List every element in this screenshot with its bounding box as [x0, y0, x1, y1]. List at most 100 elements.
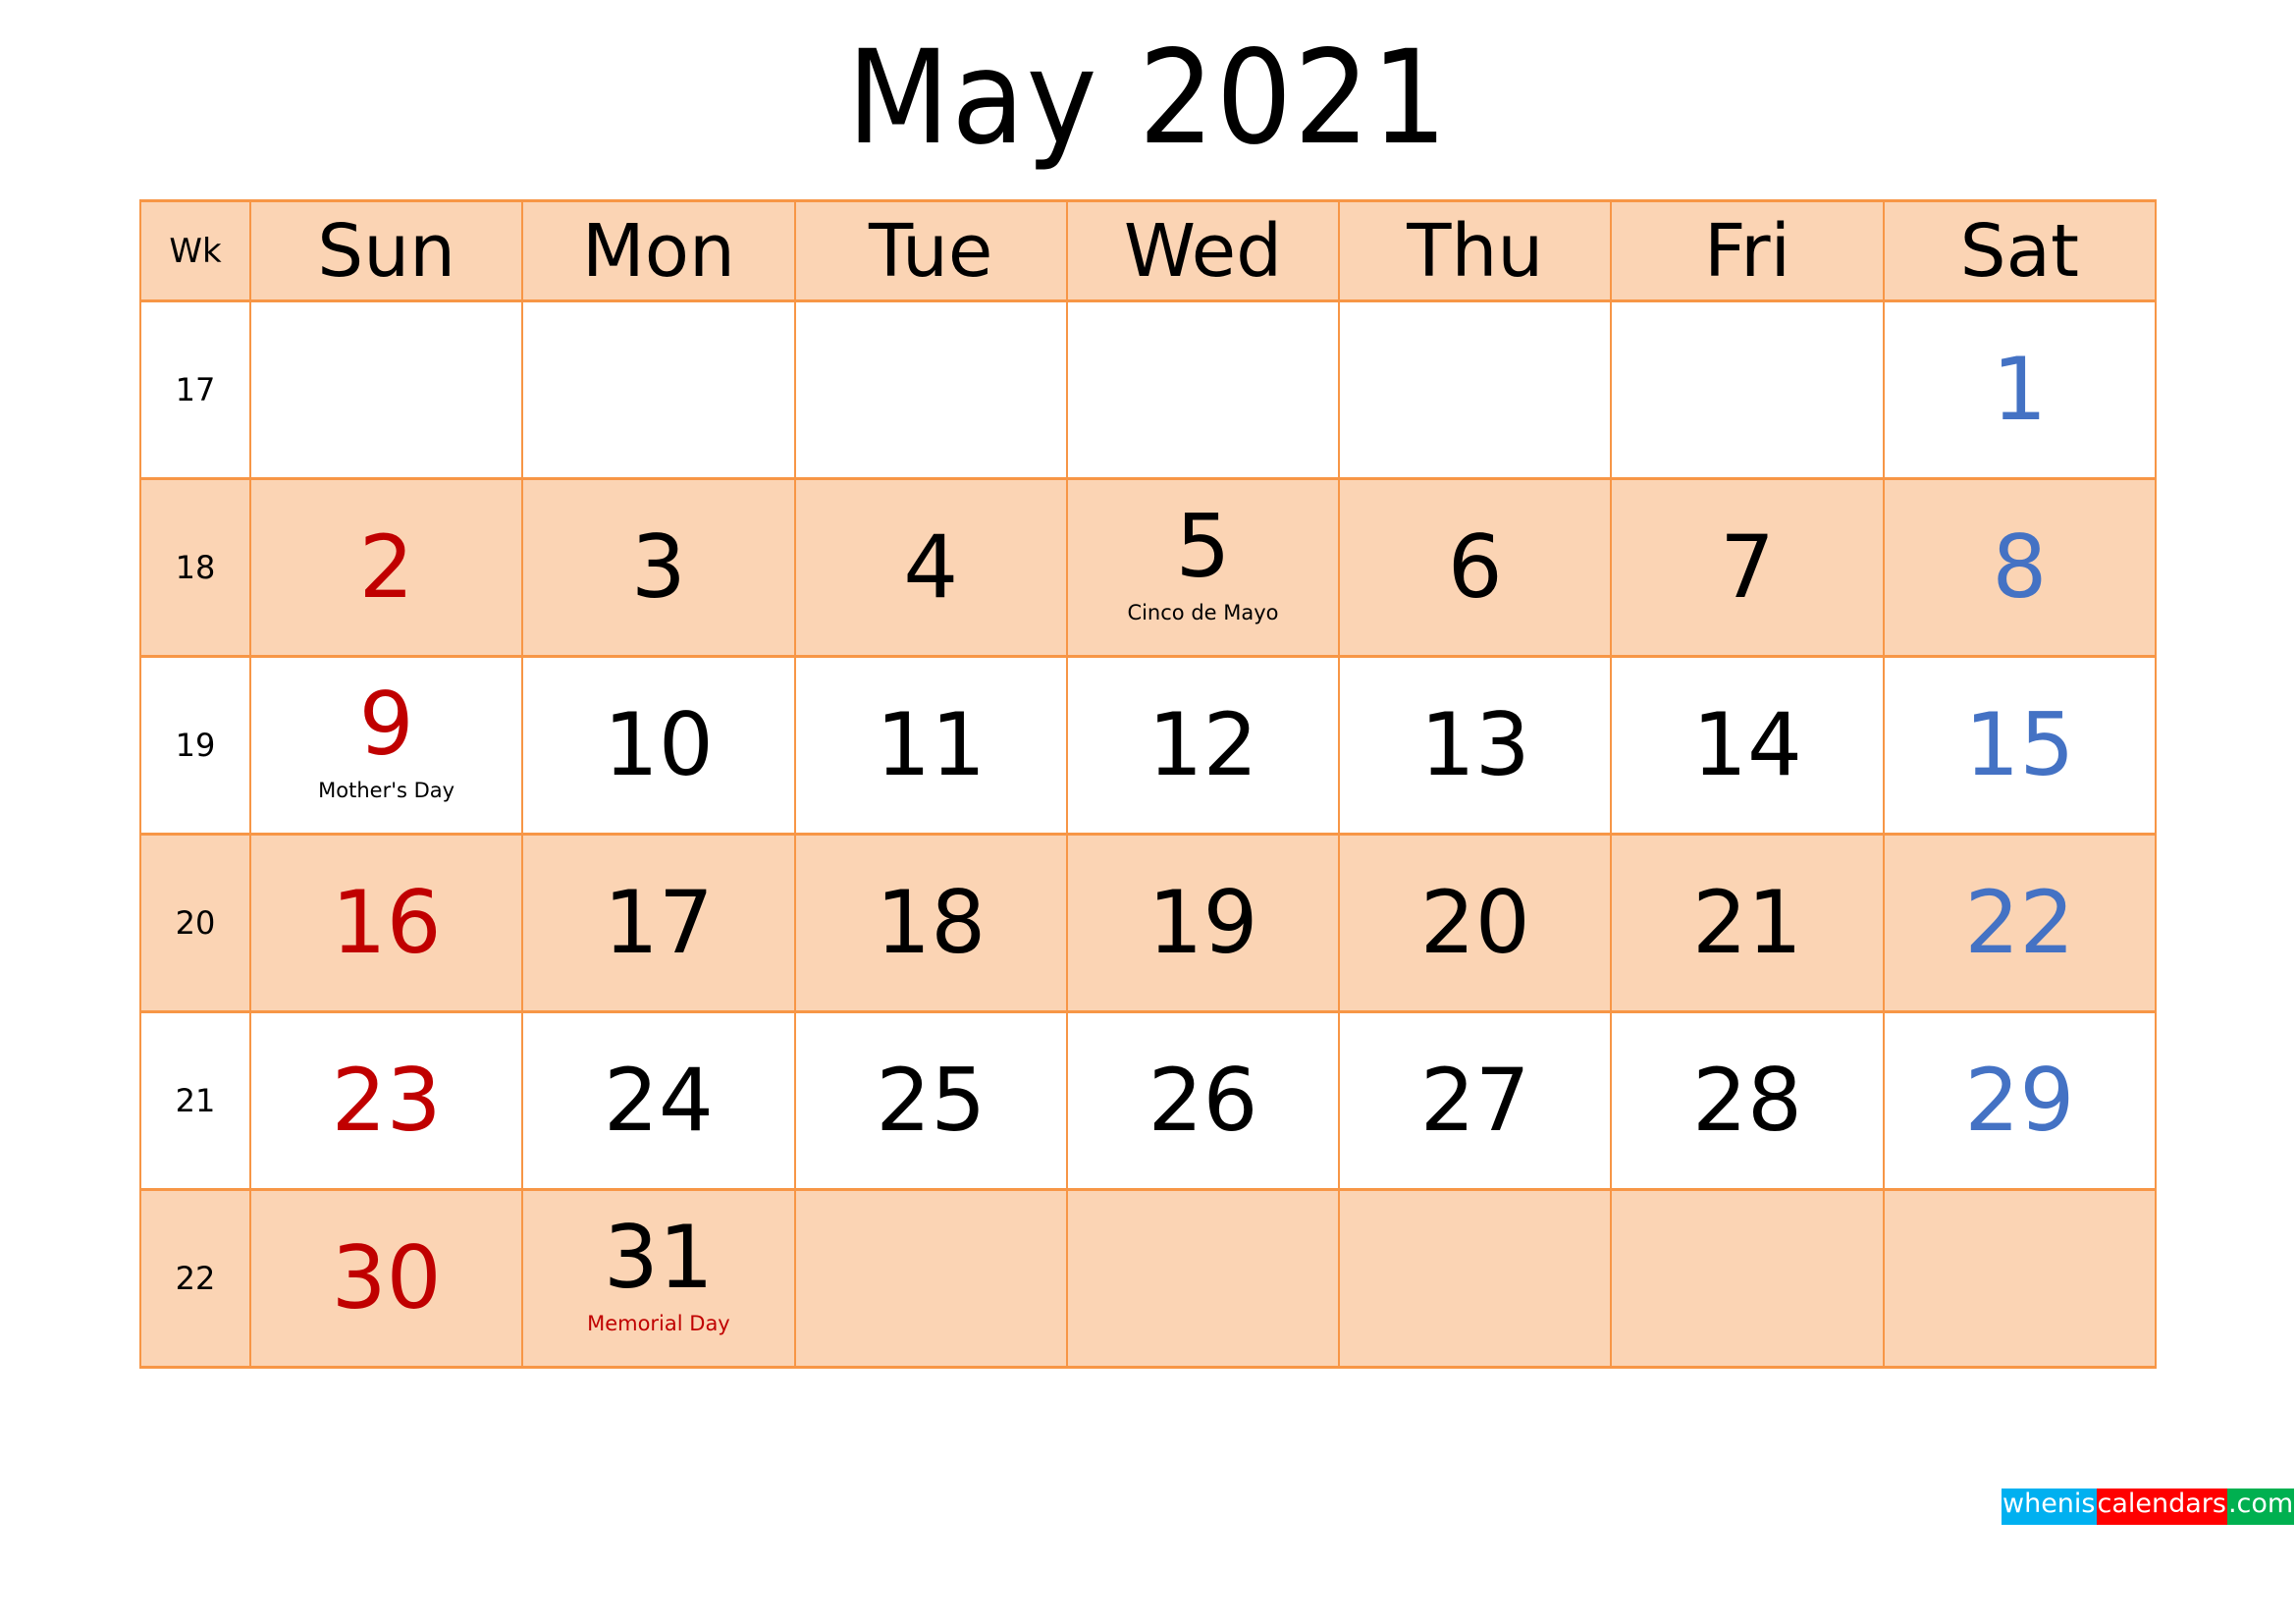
day-cell-thu[interactable]: 13 [1338, 655, 1613, 836]
day-number: 29 [1964, 1050, 2075, 1151]
day-cell-wed[interactable]: 5 Cinco de Mayo [1065, 477, 1341, 658]
day-cell-content: 5 Cinco de Mayo [1068, 480, 1338, 655]
day-cell-content: 18 [796, 836, 1066, 1010]
day-cell-content: 2 [251, 480, 521, 655]
day-number: 8 [1992, 516, 2048, 618]
day-cell-sat[interactable]: 22 [1882, 833, 2158, 1013]
day-cell-sun[interactable]: 9 Mother's Day [248, 655, 524, 836]
day-cell-content [1068, 302, 1338, 477]
day-cell-content [1340, 1191, 1610, 1366]
empty-day-cell [248, 299, 524, 480]
day-cell-fri[interactable]: 28 [1610, 1010, 1885, 1191]
day-number: 30 [331, 1227, 442, 1328]
empty-day-cell [1610, 299, 1885, 480]
day-cell-thu[interactable]: 20 [1338, 833, 1613, 1013]
day-cell-content: 27 [1340, 1013, 1610, 1188]
day-number: 15 [1964, 694, 2075, 795]
week-row: 18 2 3 4 5 Cinco de Mayo 6 7 8 [139, 477, 2158, 658]
day-number: 5 [1175, 496, 1231, 597]
day-cell-mon[interactable]: 24 [521, 1010, 796, 1191]
day-cell-sun[interactable]: 16 [248, 833, 524, 1013]
day-cell-tue[interactable]: 11 [793, 655, 1068, 836]
day-cell-content: 15 [1885, 658, 2155, 833]
day-number: 6 [1447, 516, 1503, 618]
day-number: 13 [1419, 694, 1530, 795]
logo-part-com: .com [2226, 1489, 2295, 1525]
day-number: 9 [358, 674, 414, 775]
day-cell-content: 31 Memorial Day [523, 1191, 793, 1366]
week-row: 20 16 17 18 19 20 21 22 [139, 833, 2158, 1013]
day-cell-sun[interactable]: 2 [248, 477, 524, 658]
day-number: 31 [603, 1207, 714, 1308]
day-number: 2 [358, 516, 414, 618]
week-row: 19 9 Mother's Day 10 11 12 13 14 15 [139, 655, 2158, 836]
day-cell-content: 16 [251, 836, 521, 1010]
day-cell-wed[interactable]: 12 [1065, 655, 1341, 836]
day-cell-content: 19 [1068, 836, 1338, 1010]
day-cell-content: 7 [1612, 480, 1882, 655]
day-number: 7 [1720, 516, 1776, 618]
day-cell-sun[interactable]: 23 [248, 1010, 524, 1191]
day-cell-tue[interactable]: 4 [793, 477, 1068, 658]
day-cell-mon[interactable]: 10 [521, 655, 796, 836]
day-cell-fri[interactable]: 7 [1610, 477, 1885, 658]
day-cell-sat[interactable]: 15 [1882, 655, 2158, 836]
day-cell-content [1885, 1191, 2155, 1366]
day-number: 20 [1419, 872, 1530, 973]
weekday-header-tue: Tue [793, 199, 1068, 302]
whenis-calendars-logo[interactable]: whenis calendars .com [2002, 1489, 2295, 1525]
weekday-header-mon: Mon [521, 199, 796, 302]
day-cell-mon[interactable]: 31 Memorial Day [521, 1188, 796, 1369]
day-cell-content: 24 [523, 1013, 793, 1188]
day-number: 25 [876, 1050, 987, 1151]
day-number: 3 [630, 516, 686, 618]
empty-day-cell [1338, 1188, 1613, 1369]
day-cell-wed[interactable]: 26 [1065, 1010, 1341, 1191]
holiday-label: Cinco de Mayo [1127, 601, 1279, 624]
logo-part-whenis: whenis [2002, 1489, 2097, 1525]
week-number: 20 [139, 833, 251, 1013]
week-row: 17 1 [139, 299, 2158, 480]
day-number: 18 [876, 872, 987, 973]
week-number: 21 [139, 1010, 251, 1191]
day-cell-sat[interactable]: 8 [1882, 477, 2158, 658]
week-number: 19 [139, 655, 251, 836]
day-cell-content: 17 [523, 836, 793, 1010]
empty-day-cell [1610, 1188, 1885, 1369]
day-cell-content: 8 [1885, 480, 2155, 655]
day-cell-wed[interactable]: 19 [1065, 833, 1341, 1013]
day-cell-fri[interactable]: 14 [1610, 655, 1885, 836]
empty-day-cell [1338, 299, 1613, 480]
day-number: 23 [331, 1050, 442, 1151]
day-cell-sat[interactable]: 29 [1882, 1010, 2158, 1191]
day-number: 14 [1692, 694, 1803, 795]
day-cell-content [796, 1191, 1066, 1366]
empty-day-cell [793, 1188, 1068, 1369]
weekday-header-sat: Sat [1882, 199, 2158, 302]
day-cell-content [1068, 1191, 1338, 1366]
day-cell-content: 25 [796, 1013, 1066, 1188]
day-cell-thu[interactable]: 6 [1338, 477, 1613, 658]
empty-day-cell [1882, 1188, 2158, 1369]
day-cell-sun[interactable]: 30 [248, 1188, 524, 1369]
day-number: 22 [1964, 872, 2075, 973]
day-cell-content: 22 [1885, 836, 2155, 1010]
day-cell-content: 10 [523, 658, 793, 833]
day-cell-fri[interactable]: 21 [1610, 833, 1885, 1013]
day-cell-content: 30 [251, 1191, 521, 1366]
day-cell-content: 11 [796, 658, 1066, 833]
day-cell-thu[interactable]: 27 [1338, 1010, 1613, 1191]
day-cell-mon[interactable]: 3 [521, 477, 796, 658]
day-cell-tue[interactable]: 25 [793, 1010, 1068, 1191]
day-cell-mon[interactable]: 17 [521, 833, 796, 1013]
day-cell-content: 12 [1068, 658, 1338, 833]
day-cell-sat[interactable]: 1 [1882, 299, 2158, 480]
day-cell-tue[interactable]: 18 [793, 833, 1068, 1013]
day-cell-content: 3 [523, 480, 793, 655]
weekday-header-thu: Thu [1338, 199, 1613, 302]
day-number: 28 [1692, 1050, 1803, 1151]
day-cell-content: 4 [796, 480, 1066, 655]
weekday-header-sun: Sun [248, 199, 524, 302]
day-number: 27 [1419, 1050, 1530, 1151]
weekday-header-fri: Fri [1610, 199, 1885, 302]
